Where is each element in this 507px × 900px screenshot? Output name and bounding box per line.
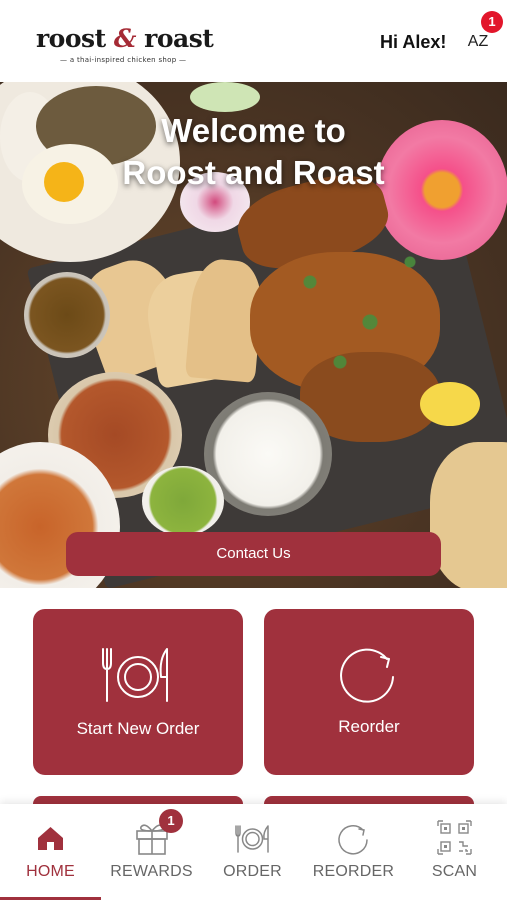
- nav-reorder-label: REORDER: [312, 863, 395, 880]
- hero-banner: Welcome to Roost and Roast Contact Us: [0, 82, 507, 588]
- rewards-badge: 1: [159, 809, 183, 833]
- logo-tagline: — a thai-inspired chicken shop —: [60, 56, 187, 64]
- logo-word-roast: roast: [144, 24, 214, 53]
- start-new-order-label: Start New Order: [76, 719, 200, 738]
- start-new-order-tile[interactable]: Start New Order: [33, 609, 243, 775]
- nav-order-label: ORDER: [223, 863, 282, 880]
- gift-icon: [101, 820, 202, 856]
- brand-logo: roost & roast — a thai-inspired chicken …: [36, 20, 216, 66]
- profile-avatar[interactable]: AZ: [462, 30, 494, 56]
- home-icon: [0, 820, 101, 856]
- logo-wordmark: roost & roast: [36, 24, 214, 53]
- cucumber: [190, 82, 260, 112]
- action-tiles: Start New Order Reorder: [0, 588, 507, 804]
- nav-home[interactable]: HOME: [0, 804, 101, 900]
- next-tile-peek[interactable]: [264, 796, 474, 804]
- green-sauce-bowl: [142, 466, 224, 536]
- logo-word-roost: roost: [36, 24, 106, 53]
- nav-scan-label: SCAN: [431, 863, 478, 880]
- nav-reorder[interactable]: REORDER: [303, 804, 404, 900]
- hero-title-line2: Roost and Roast: [122, 154, 385, 191]
- refresh-arrow-icon: [264, 643, 474, 707]
- cutlery-plate-icon: [202, 820, 303, 856]
- nav-rewards-label: REWARDS: [110, 863, 193, 880]
- app-header: roost & roast — a thai-inspired chicken …: [0, 0, 507, 82]
- roti-plate: [430, 442, 507, 588]
- nav-home-label: HOME: [26, 863, 75, 880]
- hero-title-line1: Welcome to: [161, 112, 346, 149]
- sauce-bowl: [24, 272, 110, 358]
- bottom-nav: HOME REWARDS ORDER REORDER SCAN: [0, 804, 507, 900]
- reorder-label: Reorder: [338, 717, 400, 736]
- next-tile-peek[interactable]: [33, 796, 243, 804]
- user-greeting: Hi Alex!: [380, 32, 447, 52]
- herbs: [250, 202, 450, 402]
- logo-ampersand: &: [113, 24, 137, 53]
- refresh-arrow-icon: [303, 820, 404, 856]
- qr-code-icon: [404, 820, 505, 856]
- lemon-wedge: [420, 382, 480, 426]
- cutlery-plate-icon: [33, 643, 243, 707]
- reorder-tile[interactable]: Reorder: [264, 609, 474, 775]
- nav-order[interactable]: ORDER: [202, 804, 303, 900]
- nav-rewards[interactable]: REWARDS: [101, 804, 202, 900]
- hero-title: Welcome to Roost and Roast: [0, 110, 507, 194]
- notification-badge: 1: [481, 11, 503, 33]
- contact-us-button[interactable]: Contact Us: [66, 532, 441, 576]
- nav-scan[interactable]: SCAN: [404, 804, 505, 900]
